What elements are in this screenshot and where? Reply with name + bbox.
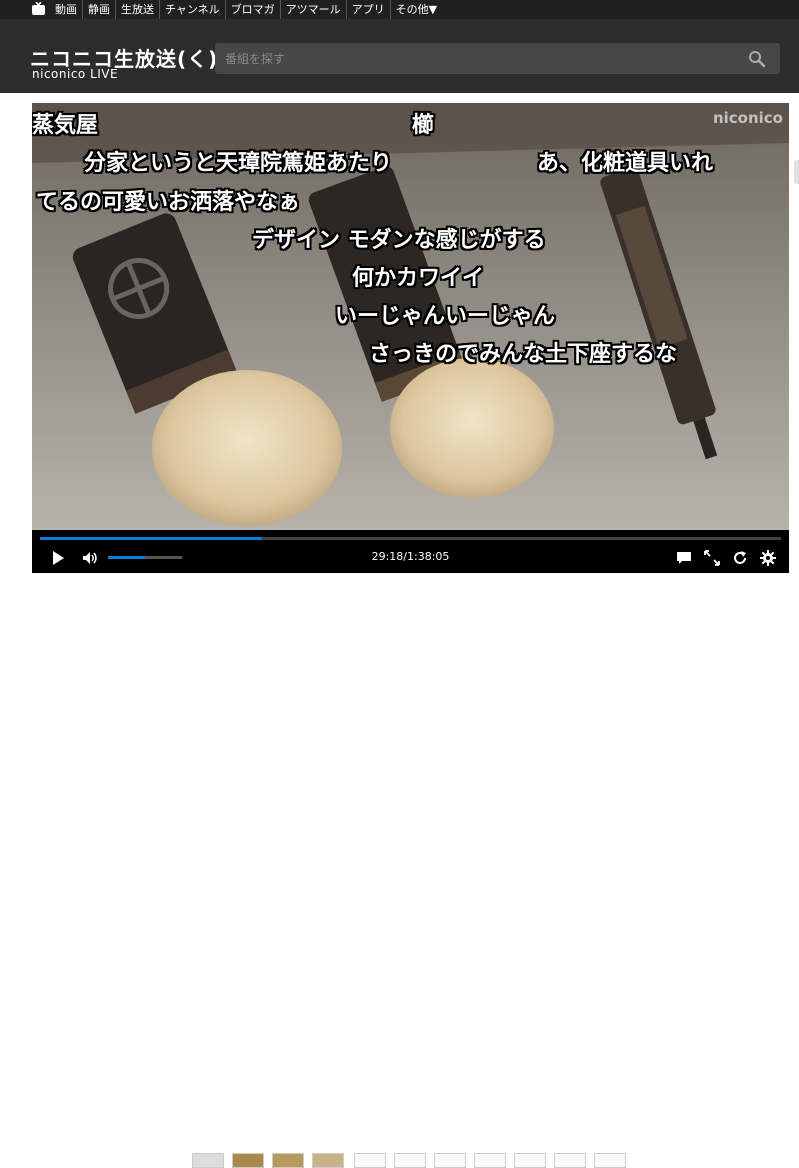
comment: てるの可愛いお洒落やなぁ	[36, 190, 301, 215]
site-header: ニコニコ生放送(く) niconico LIVE	[0, 19, 799, 93]
global-nav-list: 動画 静画 生放送 チャンネル ブロマガ アツマール アプリ その他▼	[50, 0, 442, 19]
nav-item-seiga[interactable]: 静画	[82, 0, 115, 19]
gift-item-strip	[0, 573, 799, 1168]
nav-item-blomaga[interactable]: ブロマガ	[224, 0, 280, 19]
gift-item[interactable]	[192, 1153, 224, 1168]
nav-item-more[interactable]: その他▼	[389, 0, 442, 19]
logo-sub-text: niconico LIVE	[32, 67, 119, 81]
video-area[interactable]: niconico 蒸気屋 櫛 分家というと天璋院篤姫あたり あ、化粧道具いれ て…	[32, 103, 789, 530]
site-logo[interactable]: ニコニコ生放送(く) niconico LIVE	[30, 43, 217, 85]
seek-bar[interactable]	[40, 537, 781, 540]
gift-item[interactable]	[554, 1153, 586, 1168]
gift-item[interactable]	[394, 1153, 426, 1168]
nav-item-app[interactable]: アプリ	[345, 0, 390, 19]
niconico-tv-icon[interactable]	[32, 2, 45, 15]
gift-item[interactable]	[272, 1153, 304, 1168]
comment: 何かカワイイ	[352, 266, 485, 291]
video-player: niconico 蒸気屋 櫛 分家というと天璋院篤姫あたり あ、化粧道具いれ て…	[32, 103, 789, 573]
comment: 分家というと天璋院篤姫あたり	[84, 151, 393, 176]
gift-item[interactable]	[474, 1153, 506, 1168]
niconico-watermark: niconico	[712, 109, 783, 127]
comment: 蒸気屋	[32, 113, 99, 138]
comment: さっきのでみんな土下座するな	[369, 342, 678, 367]
gift-item[interactable]	[232, 1153, 264, 1168]
search-icon[interactable]	[748, 50, 766, 68]
comment: デザイン モダンな感じがする	[252, 228, 546, 253]
gift-item[interactable]	[434, 1153, 466, 1168]
settings-gear-icon[interactable]	[760, 550, 776, 566]
comment: 櫛	[412, 113, 435, 138]
global-nav: 動画 静画 生放送 チャンネル ブロマガ アツマール アプリ その他▼	[0, 0, 799, 19]
nav-item-atsumaru[interactable]: アツマール	[279, 0, 346, 19]
player-controls: 29:18/1:38:05	[32, 530, 789, 573]
nav-item-channel[interactable]: チャンネル	[159, 0, 225, 19]
gift-item[interactable]	[594, 1153, 626, 1168]
nav-item-video[interactable]: 動画	[50, 0, 82, 19]
side-panel-tab[interactable]	[794, 160, 799, 184]
gift-item[interactable]	[354, 1153, 386, 1168]
nav-item-live[interactable]: 生放送	[115, 0, 159, 19]
search-box	[215, 43, 780, 74]
comment-toggle-icon[interactable]	[676, 550, 692, 566]
reload-icon[interactable]	[732, 550, 748, 566]
fullscreen-icon[interactable]	[704, 550, 720, 566]
comment: いーじゃんいーじゃん	[335, 304, 556, 329]
search-input[interactable]	[223, 48, 737, 70]
seek-bar-fill	[40, 537, 263, 540]
gift-item[interactable]	[514, 1153, 546, 1168]
comment: あ、化粧道具いれ	[537, 151, 714, 176]
gift-item[interactable]	[312, 1153, 344, 1168]
